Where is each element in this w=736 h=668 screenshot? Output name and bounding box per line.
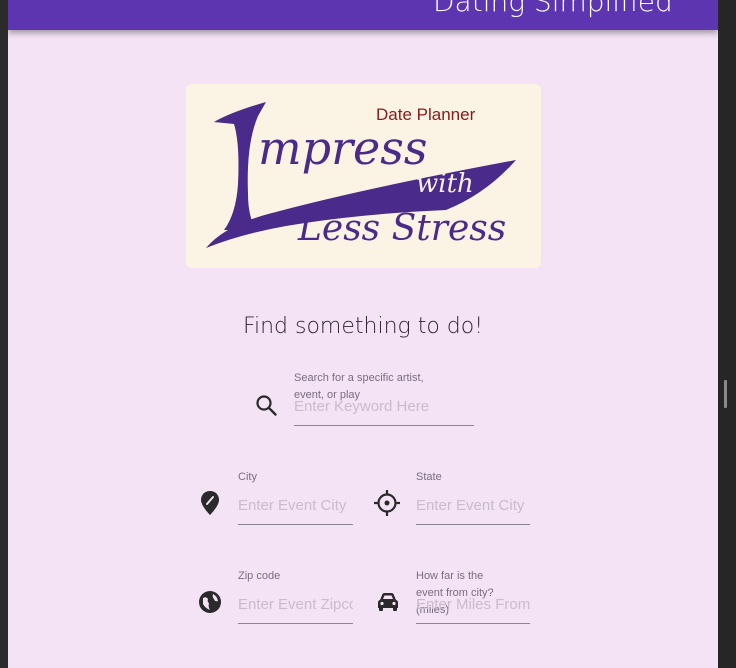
globe-icon [199,591,221,613]
distance-input[interactable] [416,594,530,614]
logo-line2: with [416,169,474,199]
keyword-underline [294,425,474,426]
zip-field: Zip code [238,568,353,625]
gps-target-icon [374,490,400,516]
city-field: City [238,469,353,526]
search-heading: Find something to do! [242,314,484,339]
city-label: City [238,471,257,483]
distance-underline [416,623,530,624]
location-pin-icon [201,491,219,515]
state-field: State [416,469,530,526]
app-page: Dating Simplified Date Planner mpress wi… [8,0,718,668]
city-underline [238,524,353,525]
city-input[interactable] [238,495,353,515]
keyword-field: Search for a specific artist, event, or … [294,370,474,427]
zip-label: Zip code [238,570,281,582]
logo-line1: mpress [258,121,428,175]
app-title: Dating Simplified [433,0,673,18]
window-frame-left [0,0,8,668]
window-frame-right [718,0,736,668]
distance-field: How far is the event from city? (miles) [416,568,530,625]
window-resize-handle[interactable] [724,380,727,408]
search-icon [256,395,277,416]
app-bar: Dating Simplified [8,0,718,30]
zip-underline [238,623,353,624]
car-icon [378,593,398,611]
logo-line3: Less Stress [297,208,506,249]
app-logo: Date Planner mpress with Less Stress [186,84,541,268]
zip-input[interactable] [238,594,353,614]
keyword-input[interactable] [294,396,474,416]
state-underline [416,524,530,525]
state-label: State [416,471,442,483]
state-input[interactable] [416,495,530,515]
